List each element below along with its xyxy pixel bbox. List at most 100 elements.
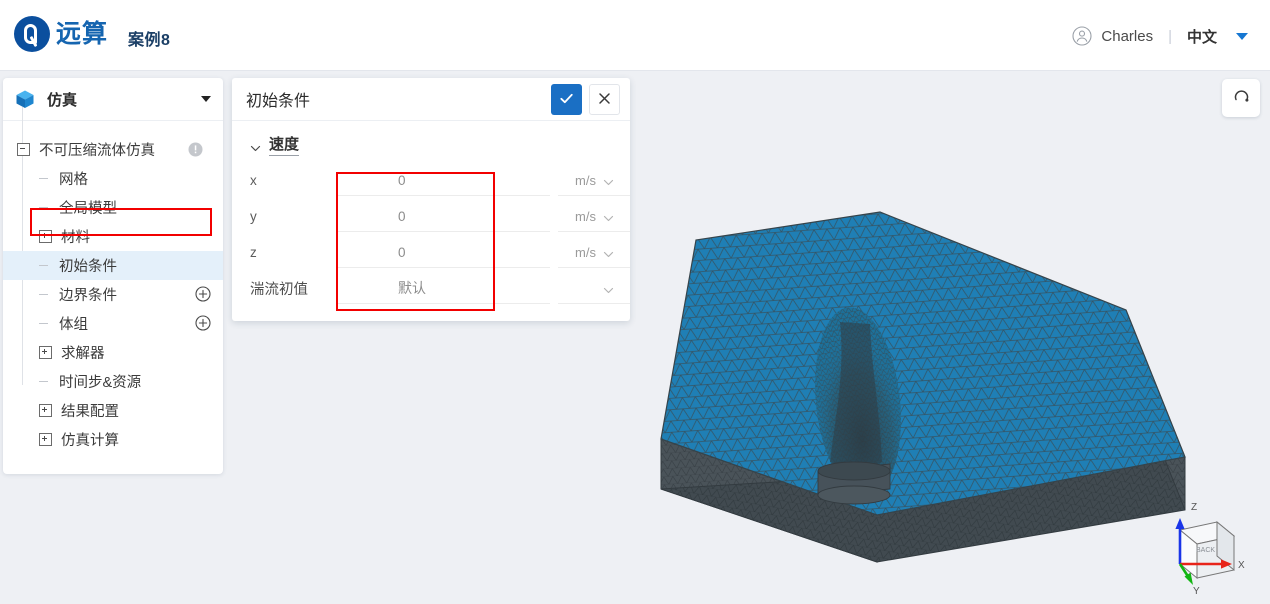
chevron-down-icon[interactable] xyxy=(603,175,614,186)
unit-dropdown[interactable]: m/s xyxy=(558,202,630,232)
form-row-velocity-y: y m/s xyxy=(232,199,630,235)
panel-title: 初始条件 xyxy=(246,93,311,110)
add-icon[interactable] xyxy=(195,286,211,302)
sidebar-header-label: 仿真 xyxy=(47,91,78,109)
chevron-down-icon[interactable] xyxy=(603,283,614,294)
turbulence-select-value[interactable] xyxy=(336,279,550,297)
tree-item-7[interactable]: 求解器 xyxy=(3,338,223,367)
panel-header: 初始条件 xyxy=(232,78,630,121)
expand-icon[interactable] xyxy=(39,404,52,417)
initial-conditions-panel: 初始条件 速度 x 0 m/s y 0 m/s z 0 m/s 湍流初值 默认 xyxy=(232,78,630,321)
unit-label: m/s xyxy=(575,208,596,224)
tree-branch-icon xyxy=(39,289,50,300)
gizmo-z-label: Z xyxy=(1191,502,1197,513)
3d-viewport[interactable]: BACK Z X Y xyxy=(640,72,1270,604)
chevron-down-icon[interactable] xyxy=(603,247,614,258)
user-avatar-icon xyxy=(1072,26,1092,46)
tree-item-label: 不可压缩流体仿真 xyxy=(39,143,155,159)
tree-item-5[interactable]: 边界条件 xyxy=(3,280,223,309)
tree-item-label: 仿真计算 xyxy=(61,433,119,449)
check-icon xyxy=(558,90,575,110)
tree-item-0[interactable]: 不可压缩流体仿真 xyxy=(3,135,223,164)
reset-view-button[interactable] xyxy=(1222,79,1260,117)
form-field[interactable] xyxy=(336,237,550,268)
tree-item-1[interactable]: 网格 xyxy=(3,164,223,193)
unit-dropdown[interactable] xyxy=(558,274,630,304)
add-icon[interactable] xyxy=(195,315,211,331)
tree-item-6[interactable]: 体组 xyxy=(3,309,223,338)
top-bar-divider: | xyxy=(1168,27,1172,45)
sidebar-header[interactable]: 仿真 xyxy=(3,78,223,121)
sidebar: 仿真 不可压缩流体仿真网格全局模型材料初始条件边界条件体组求解器时间步&资源 结果… xyxy=(3,78,223,474)
tree-item-label: 体组 xyxy=(59,317,88,333)
form-row-label: 湍流初值 xyxy=(250,282,308,298)
unit-label: m/s xyxy=(575,172,596,188)
tree-item-9[interactable]: 结果配置 xyxy=(3,396,223,425)
simulation-tree: 不可压缩流体仿真网格全局模型材料初始条件边界条件体组求解器时间步&资源 结果配置仿… xyxy=(3,107,223,474)
gizmo-x-label: X xyxy=(1238,560,1245,571)
axis-orientation-gizmo[interactable]: BACK Z X Y xyxy=(1162,492,1252,596)
reset-view-icon xyxy=(1232,87,1251,109)
expand-icon[interactable] xyxy=(39,230,52,243)
chevron-down-icon[interactable] xyxy=(201,96,211,102)
tree-item-label: 初始条件 xyxy=(59,259,117,275)
velocity-input-y[interactable] xyxy=(336,207,550,225)
collapse-icon[interactable] xyxy=(17,143,30,156)
top-bar-right: Charles | 中文 xyxy=(1072,18,1248,54)
velocity-section-header[interactable]: 速度 xyxy=(232,121,630,163)
info-icon[interactable] xyxy=(188,142,203,157)
logo-circle-icon xyxy=(14,16,50,52)
user-name[interactable]: Charles xyxy=(1101,28,1153,45)
form-field[interactable] xyxy=(336,273,550,304)
form-row-turbulence-initial-value: 湍流初值 xyxy=(232,271,630,307)
panel-header-buttons xyxy=(551,84,620,115)
confirm-button[interactable] xyxy=(551,84,582,115)
tree-item-label: 结果配置 xyxy=(61,404,119,420)
unit-dropdown[interactable]: m/s xyxy=(558,238,630,268)
tree-branch-icon xyxy=(39,202,50,213)
expand-icon[interactable] xyxy=(39,433,52,446)
tree-item-3[interactable]: 材料 xyxy=(3,222,223,251)
unit-dropdown[interactable]: m/s xyxy=(558,166,630,196)
form-row-label: x xyxy=(250,173,257,188)
tree-item-2[interactable]: 全局模型 xyxy=(3,193,223,222)
tree-item-10[interactable]: 仿真计算 xyxy=(3,425,223,454)
gizmo-face-label: BACK xyxy=(1196,547,1215,554)
tree-item-8[interactable]: 时间步&资源 xyxy=(3,367,223,396)
tree-item-label: 网格 xyxy=(59,172,88,188)
tree-item-4[interactable]: 初始条件 xyxy=(3,251,223,280)
brand-logo[interactable]: 远算 xyxy=(14,16,108,52)
tree-branch-icon xyxy=(39,318,50,329)
form-row-velocity-x: x m/s xyxy=(232,163,630,199)
expand-icon[interactable] xyxy=(39,346,52,359)
tree-item-label: 求解器 xyxy=(61,346,105,362)
tree-item-label: 全局模型 xyxy=(59,201,117,217)
form-row-label: z xyxy=(250,245,257,260)
velocity-input-z[interactable] xyxy=(336,243,550,261)
tree-branch-icon xyxy=(39,260,50,271)
top-bar: 远算 案例8 Charles | 中文 xyxy=(0,0,1270,71)
velocity-form: x m/s y m/s z m/s 湍流初值 xyxy=(232,163,630,321)
gizmo-y-label: Y xyxy=(1193,586,1200,596)
form-row-velocity-z: z m/s xyxy=(232,235,630,271)
close-icon xyxy=(597,91,612,109)
tree-branch-icon xyxy=(39,173,50,184)
app-root: 远算 案例8 Charles | 中文 仿真 不可压缩流体仿真 网格 全局模型 … xyxy=(0,0,1270,604)
brand-name: 远算 xyxy=(56,19,109,48)
unit-label: m/s xyxy=(575,244,596,260)
velocity-section-label: 速度 xyxy=(269,136,300,156)
tree-item-label: 材料 xyxy=(61,230,90,246)
tree-item-label: 边界条件 xyxy=(59,288,117,304)
form-field[interactable] xyxy=(336,201,550,232)
language-selector-label[interactable]: 中文 xyxy=(1187,26,1217,47)
form-field[interactable] xyxy=(336,165,550,196)
tree-item-label: 时间步&资源 xyxy=(59,375,142,391)
velocity-input-x[interactable] xyxy=(336,171,550,189)
caret-down-icon[interactable] xyxy=(1236,32,1248,40)
cube-icon xyxy=(15,89,35,109)
cancel-button[interactable] xyxy=(589,84,620,115)
form-row-label: y xyxy=(250,209,257,224)
tree-branch-icon xyxy=(39,376,50,387)
case-title: 案例8 xyxy=(128,32,171,49)
chevron-down-icon[interactable] xyxy=(603,211,614,222)
